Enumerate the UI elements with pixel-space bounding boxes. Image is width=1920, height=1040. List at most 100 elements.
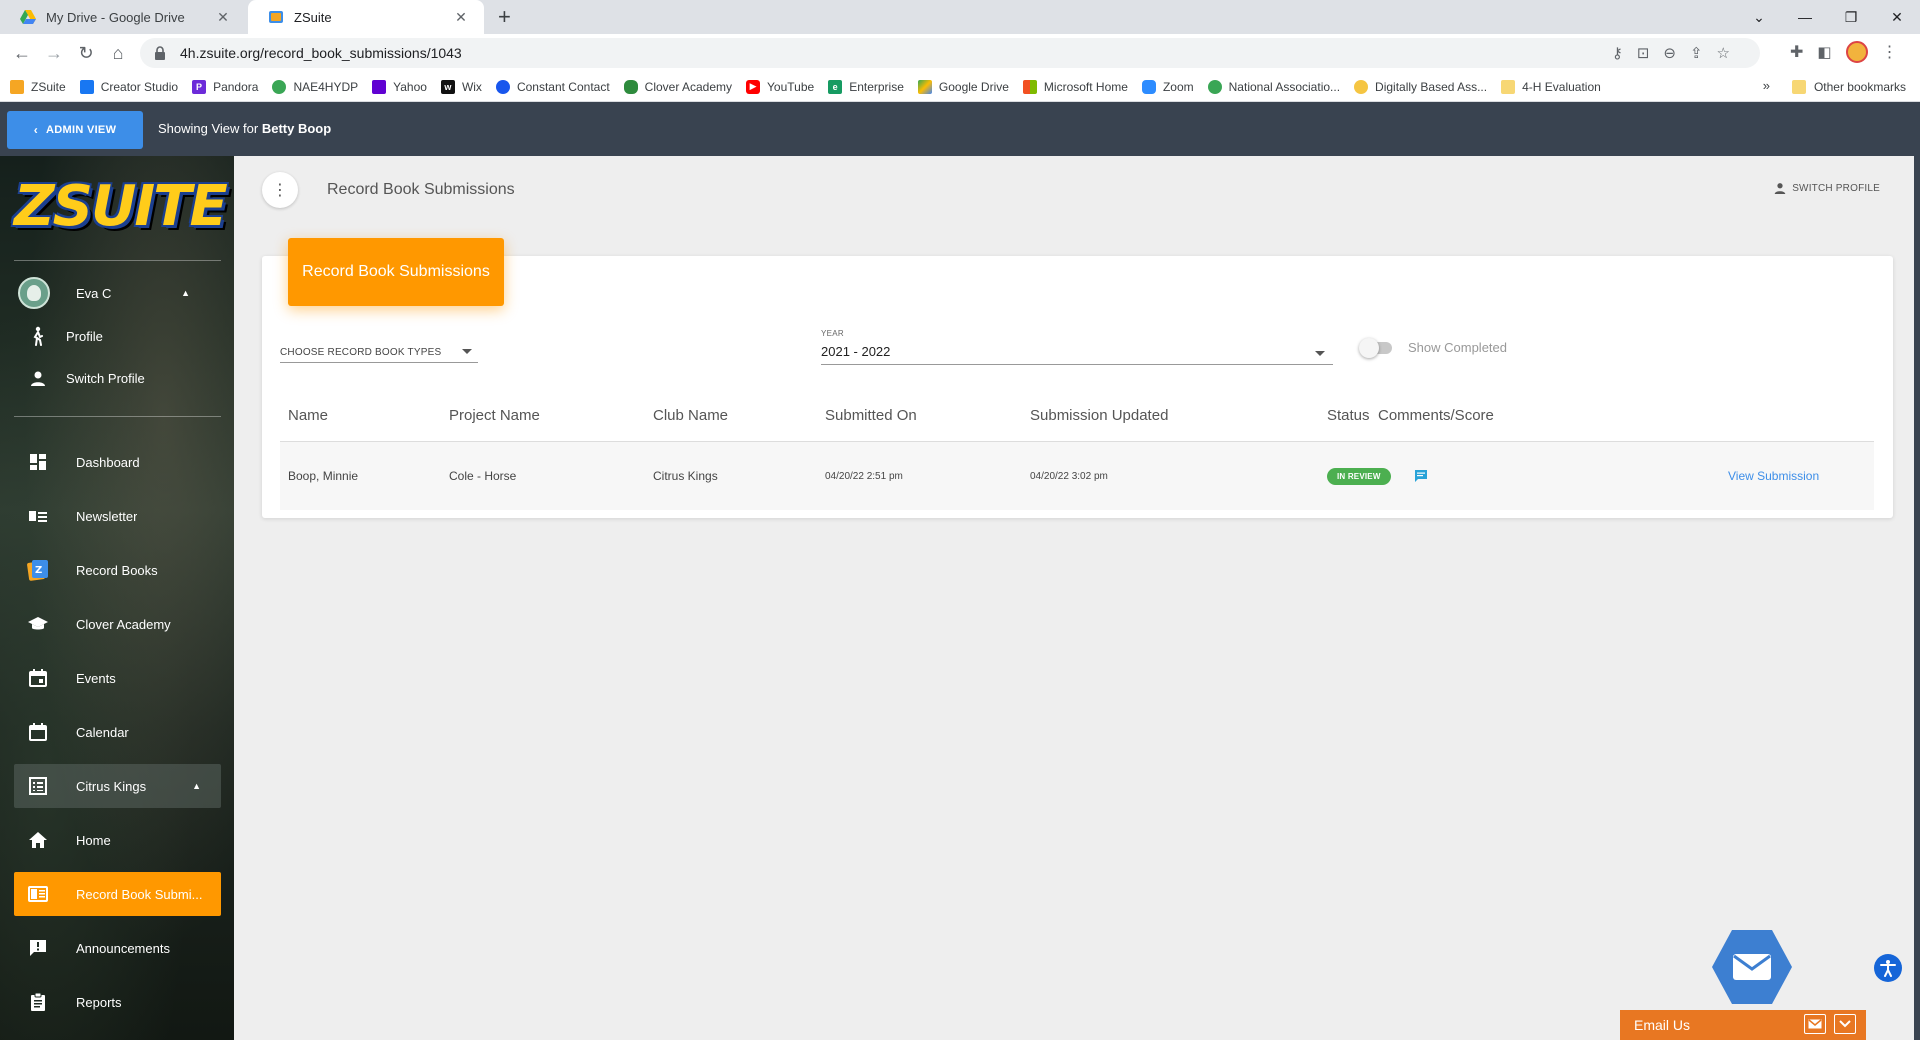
tab-title: ZSuite bbox=[294, 9, 332, 25]
sidebar-item-events[interactable]: Events bbox=[14, 656, 221, 700]
toggle-switch[interactable] bbox=[1359, 337, 1392, 358]
share-icon[interactable]: ⇪ bbox=[1690, 44, 1703, 62]
sidebar-item-home[interactable]: Home bbox=[14, 818, 221, 862]
new-tab-icon[interactable]: + bbox=[498, 4, 511, 30]
tab-search-chevron-icon[interactable]: ⌄ bbox=[1736, 0, 1782, 34]
address-bar[interactable]: 4h.zsuite.org/record_book_submissions/10… bbox=[140, 38, 1760, 68]
accessibility-icon bbox=[1880, 960, 1896, 977]
extensions-icon[interactable]: ✚ bbox=[1790, 42, 1803, 62]
more-bookmarks-icon[interactable]: » bbox=[1763, 78, 1770, 93]
reload-icon[interactable]: ↻ bbox=[74, 41, 98, 65]
column-header-submitted-on[interactable]: Submitted On bbox=[825, 390, 917, 441]
more-options-button[interactable]: ⋮ bbox=[262, 172, 298, 208]
chevron-left-icon: ‹ bbox=[33, 123, 39, 137]
email-us-widget[interactable]: Email Us bbox=[1620, 1010, 1866, 1040]
creator-studio-icon bbox=[79, 79, 94, 94]
column-header-project-name[interactable]: Project Name bbox=[449, 390, 540, 441]
sidebar-item-clover-academy[interactable]: Clover Academy bbox=[14, 602, 221, 646]
clover-icon bbox=[623, 79, 638, 94]
bookmark-zsuite[interactable]: ZSuite bbox=[10, 79, 66, 94]
zsuite-logo[interactable]: ZSUITE bbox=[14, 174, 228, 239]
bookmark-star-icon[interactable]: ☆ bbox=[1717, 44, 1730, 62]
menu-kebab-icon[interactable]: ⋮ bbox=[1882, 42, 1898, 62]
browser-toolbar: ← → ↻ ⌂ 4h.zsuite.org/record_book_submis… bbox=[0, 34, 1920, 72]
sun-icon bbox=[1354, 79, 1369, 94]
column-header-status[interactable]: Status bbox=[1327, 390, 1370, 441]
column-header-name[interactable]: Name bbox=[288, 390, 328, 441]
bookmark-nae4hydp[interactable]: NAE4HYDP bbox=[272, 79, 358, 94]
sidebar-item-switch-profile[interactable]: Switch Profile bbox=[14, 356, 221, 400]
bookmark-yahoo[interactable]: Yahoo bbox=[372, 79, 427, 94]
forward-icon[interactable]: → bbox=[42, 41, 66, 65]
view-submission-link[interactable]: View Submission bbox=[1728, 469, 1819, 483]
accessibility-button[interactable] bbox=[1874, 954, 1902, 982]
bookmark-creator-studio[interactable]: Creator Studio bbox=[79, 79, 178, 94]
bookmark-4h-evaluation[interactable]: 4-H Evaluation bbox=[1501, 79, 1601, 94]
list-icon bbox=[26, 774, 50, 798]
event-icon bbox=[26, 666, 50, 690]
sidebar-item-record-books[interactable]: Z Record Books bbox=[14, 548, 221, 592]
key-icon[interactable]: ⚷ bbox=[1612, 44, 1623, 62]
bookmark-pandora[interactable]: P Pandora bbox=[192, 79, 258, 94]
home-browser-icon[interactable]: ⌂ bbox=[106, 41, 130, 65]
bookmark-wix[interactable]: w Wix bbox=[440, 79, 482, 94]
sidebar-item-profile[interactable]: Profile bbox=[14, 314, 221, 358]
bookmark-clover-academy[interactable]: Clover Academy bbox=[623, 79, 732, 94]
svg-text:Z: Z bbox=[35, 565, 42, 576]
table-header: Name Project Name Club Name Submitted On… bbox=[280, 390, 1874, 442]
page-scrollbar[interactable] bbox=[1914, 156, 1920, 1040]
bookmark-national-association[interactable]: National Associatio... bbox=[1207, 79, 1340, 94]
sidebar-item-calendar[interactable]: Calendar bbox=[14, 710, 221, 754]
zoom-icon[interactable]: ⊖ bbox=[1663, 44, 1676, 62]
cell-submitted-on: 04/20/22 2:51 pm bbox=[825, 470, 903, 482]
admin-view-button[interactable]: ‹ ADMIN VIEW bbox=[7, 111, 143, 149]
caret-up-icon: ▲ bbox=[192, 781, 201, 791]
sidebar-item-record-book-submissions[interactable]: Record Book Submi... bbox=[14, 872, 221, 916]
tab-google-drive[interactable]: My Drive - Google Drive ✕ bbox=[0, 0, 246, 34]
sidebar-item-reports[interactable]: Reports bbox=[14, 980, 221, 1024]
cell-name: Boop, Minnie bbox=[288, 469, 359, 483]
bookmark-enterprise[interactable]: e Enterprise bbox=[828, 79, 904, 94]
column-header-submission-updated[interactable]: Submission Updated bbox=[1030, 390, 1168, 441]
bookmark-microsoft-home[interactable]: Microsoft Home bbox=[1022, 79, 1128, 94]
profile-avatar-icon[interactable] bbox=[1845, 41, 1868, 63]
back-icon[interactable]: ← bbox=[10, 41, 34, 65]
zsuite-bookmark-icon bbox=[10, 79, 24, 94]
side-panel-icon[interactable]: ◧ bbox=[1817, 43, 1831, 61]
bookmark-constant-contact[interactable]: Constant Contact bbox=[495, 79, 610, 94]
record-book-types-select[interactable]: CHOOSE RECORD BOOK TYPES bbox=[280, 339, 478, 363]
show-completed-toggle[interactable]: Show Completed bbox=[1359, 337, 1507, 358]
column-header-comments-score[interactable]: Comments/Score bbox=[1378, 390, 1494, 441]
tab-zsuite[interactable]: ZSuite ✕ bbox=[248, 0, 484, 34]
close-tab-icon[interactable]: ✕ bbox=[214, 9, 232, 26]
bookmark-zoom[interactable]: Zoom bbox=[1141, 79, 1194, 94]
cell-action: View Submission bbox=[1728, 442, 1819, 510]
sidebar-item-newsletter[interactable]: Newsletter bbox=[14, 494, 221, 538]
sidebar-item-dashboard[interactable]: Dashboard bbox=[14, 440, 221, 484]
other-bookmarks[interactable]: Other bookmarks bbox=[1791, 72, 1906, 102]
close-tab-icon[interactable]: ✕ bbox=[452, 9, 470, 26]
graduation-cap-icon bbox=[26, 612, 50, 636]
bookmark-digitally-based[interactable]: Digitally Based Ass... bbox=[1354, 79, 1487, 94]
user-name: Eva C bbox=[76, 285, 112, 301]
lock-icon bbox=[155, 46, 165, 60]
user-menu-toggle[interactable]: Eva C ▲ bbox=[18, 276, 208, 310]
column-header-club-name[interactable]: Club Name bbox=[653, 390, 728, 441]
showing-view-text: Showing View for Betty Boop bbox=[158, 121, 332, 136]
install-icon[interactable]: ⊡ bbox=[1637, 44, 1650, 62]
sidebar-item-citrus-kings[interactable]: Citrus Kings ▲ bbox=[14, 764, 221, 808]
bookmark-youtube[interactable]: ▶ YouTube bbox=[746, 79, 814, 94]
minimize-icon[interactable]: — bbox=[1782, 0, 1828, 34]
microsoft-icon bbox=[1022, 79, 1037, 94]
switch-profile-button[interactable]: SWITCH PROFILE bbox=[1774, 182, 1880, 194]
close-window-icon[interactable]: ✕ bbox=[1874, 0, 1920, 34]
envelope-icon[interactable] bbox=[1804, 1014, 1826, 1034]
restore-icon[interactable]: ❐ bbox=[1828, 0, 1874, 34]
bookmark-google-drive[interactable]: Google Drive bbox=[917, 79, 1009, 94]
comment-icon[interactable] bbox=[1414, 469, 1428, 483]
sidebar-item-announcements[interactable]: Announcements bbox=[14, 926, 221, 970]
year-select[interactable]: YEAR 2021 - 2022 bbox=[821, 329, 1333, 365]
tab-title: My Drive - Google Drive bbox=[46, 9, 185, 25]
chevron-down-icon[interactable] bbox=[1834, 1014, 1856, 1034]
google-drive-bookmark-icon bbox=[917, 79, 932, 94]
